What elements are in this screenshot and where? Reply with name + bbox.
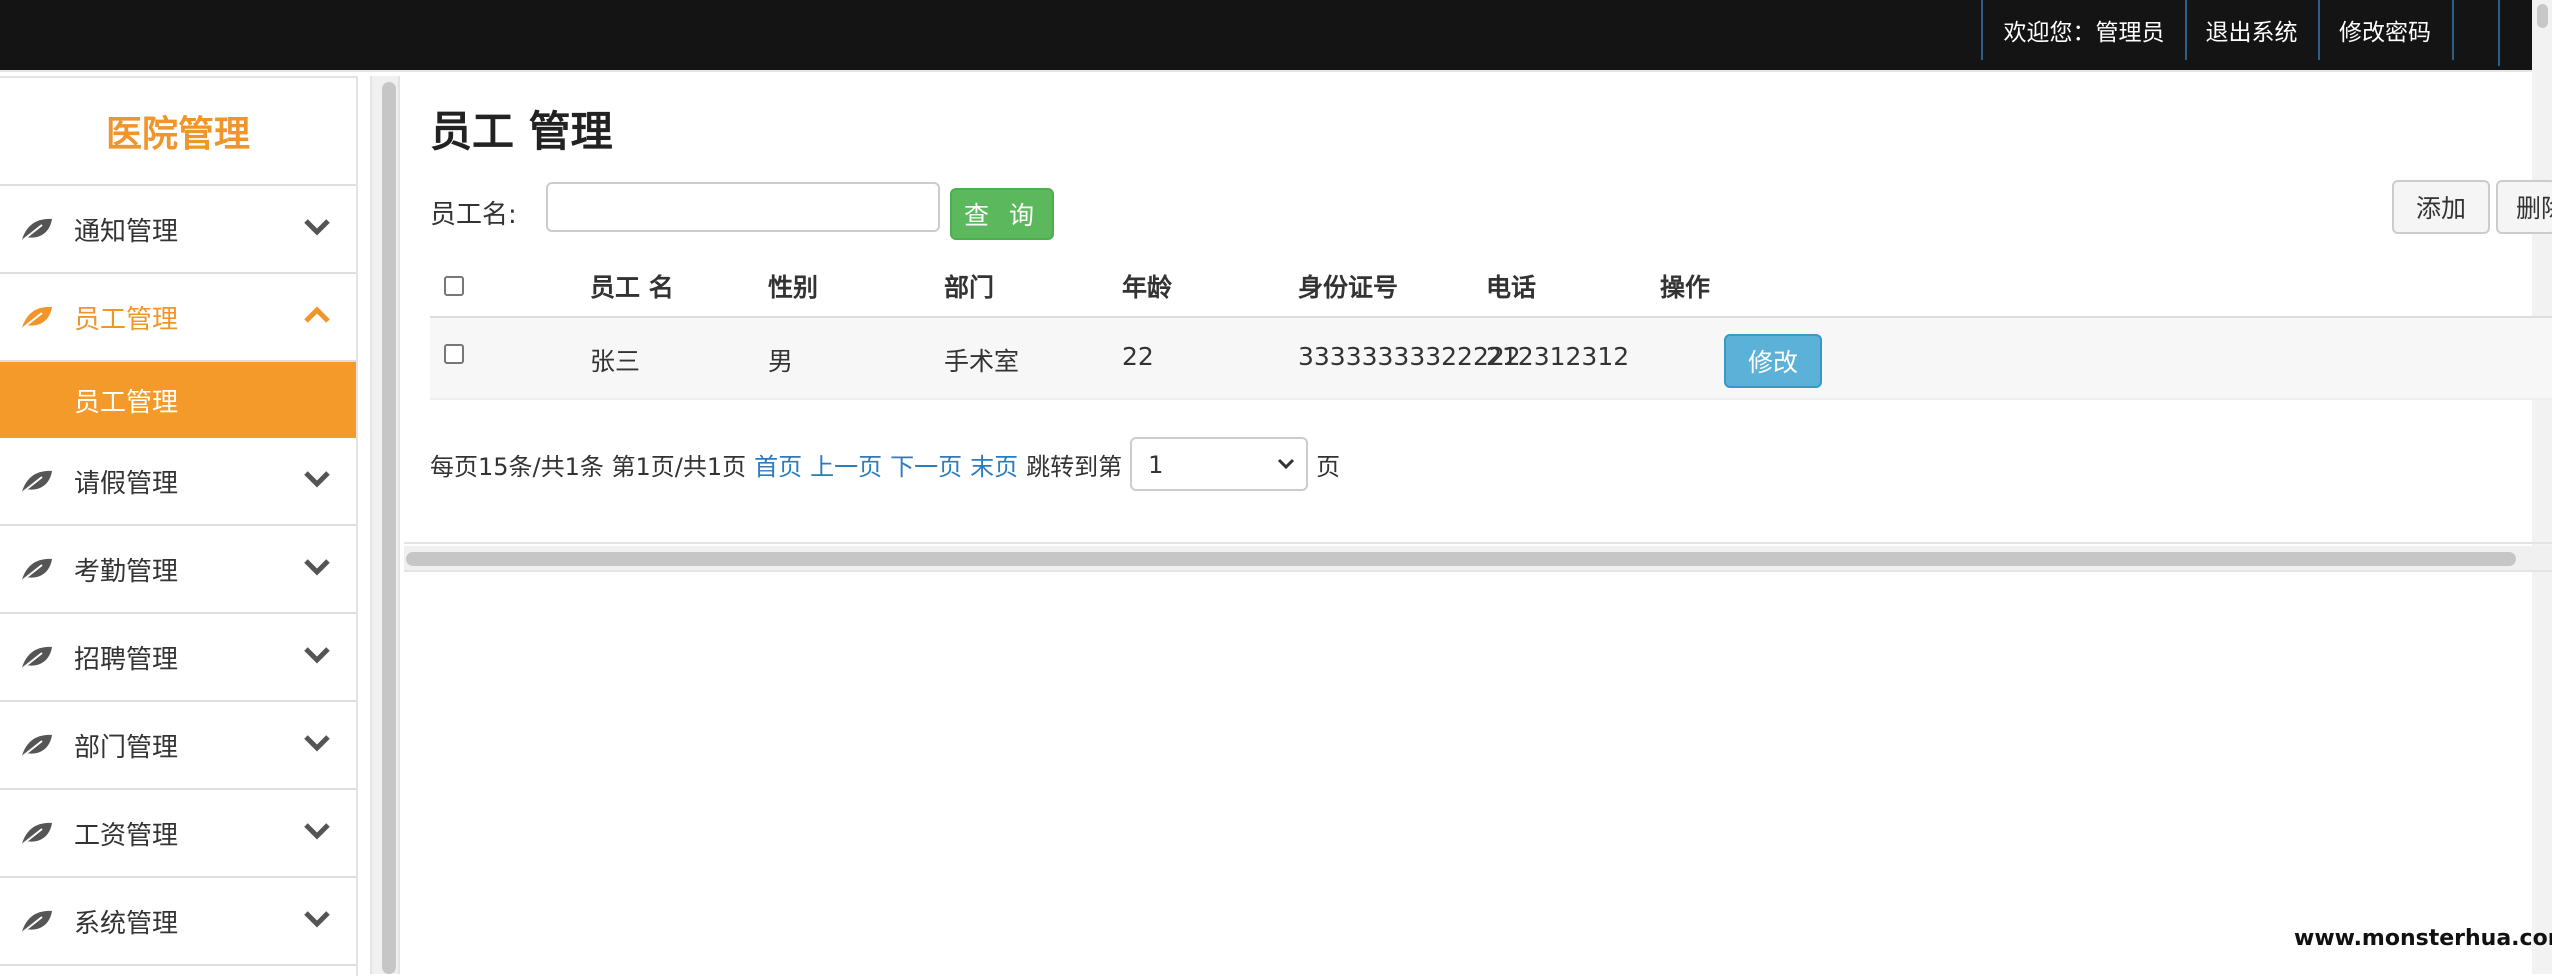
leaf-icon	[22, 910, 52, 933]
submenu-item-label: 员工管理	[74, 387, 179, 418]
page-select[interactable]: 1	[1130, 437, 1309, 491]
page-scrollbar-thumb[interactable]	[2537, 4, 2548, 28]
content-divider	[404, 542, 2552, 544]
leaf-icon	[22, 470, 52, 493]
leaf-icon	[22, 822, 52, 845]
chevron-up-icon	[304, 306, 330, 323]
cell-gender: 男	[768, 347, 794, 376]
leaf-icon	[22, 306, 52, 329]
submenu-item-employee-management[interactable]: 员工管理	[0, 362, 356, 438]
sidebar-item-attendance[interactable]: 考勤管理	[0, 526, 356, 614]
leaf-icon	[22, 558, 52, 581]
navbar-divider	[2498, 0, 2500, 66]
sidebar-item-notices[interactable]: 通知管理	[0, 186, 356, 274]
row-checkbox[interactable]	[444, 344, 464, 364]
sidebar-item-label: 招聘管理	[74, 644, 179, 675]
prev-page-link[interactable]: 上一页	[810, 447, 882, 482]
chevron-down-icon	[304, 471, 330, 488]
sidebar-item-label: 系统管理	[74, 908, 179, 939]
sidebar-item-departments[interactable]: 部门管理	[0, 702, 356, 790]
column-header-gender: 性别	[768, 273, 819, 302]
chevron-down-icon	[304, 735, 330, 752]
frame-scrollbar-thumb[interactable]	[382, 82, 396, 974]
sidebar-item-recruitment[interactable]: 招聘管理	[0, 614, 356, 702]
first-page-link[interactable]: 首页	[754, 447, 802, 482]
page-select-value: 1	[1148, 451, 1164, 479]
sidebar: 医院管理 通知管理 员工管理 员工管理 请假管理 考勤管理 招聘管理 部门管理 …	[0, 76, 358, 976]
sidebar-item-payroll[interactable]: 工资管理	[0, 790, 356, 878]
employee-name-input[interactable]	[546, 182, 940, 232]
add-button[interactable]: 添加	[2392, 180, 2490, 234]
pagination-summary: 每页15条/共1条 第1页/共1页	[430, 452, 747, 481]
sidebar-item-leave[interactable]: 请假管理	[0, 438, 356, 526]
table-row: 张三 男 手术室 22 33333333322222 212312312 修改	[430, 318, 2552, 400]
sidebar-item-label: 部门管理	[74, 732, 179, 763]
column-header-name: 员工 名	[590, 273, 674, 302]
navbar-bottom-border	[0, 70, 2532, 72]
cell-name: 张三	[590, 347, 641, 376]
column-header-actions: 操作	[1660, 273, 1711, 302]
chevron-down-icon	[304, 219, 330, 236]
sidebar-item-label: 员工管理	[74, 304, 179, 335]
column-header-age: 年龄	[1122, 273, 1173, 302]
leaf-icon	[22, 646, 52, 669]
edit-button[interactable]: 修改	[1724, 334, 1822, 388]
column-header-department: 部门	[944, 273, 995, 302]
logout-link[interactable]: 退出系统	[2185, 0, 2320, 60]
sidebar-item-label: 工资管理	[74, 820, 179, 851]
leaf-icon	[22, 734, 52, 757]
cell-age: 22	[1122, 342, 1154, 371]
main-content: 员工 管理 员工名: 查 询 添加 删除 员工 名 性别 部门 年龄 身份证号 …	[404, 76, 2552, 974]
employee-name-label: 员工名:	[430, 200, 517, 230]
sidebar-item-label: 请假管理	[74, 468, 179, 499]
cell-phone: 212312312	[1486, 342, 1630, 371]
select-all-checkbox[interactable]	[444, 276, 464, 296]
pagination: 每页15条/共1条 第1页/共1页 首页 上一页 下一页 末页 跳转到第 1 页	[430, 436, 1340, 492]
table-header: 员工 名 性别 部门 年龄 身份证号 电话 操作	[430, 250, 2552, 318]
jump-label: 跳转到第	[1026, 452, 1123, 481]
page-suffix: 页	[1316, 452, 1341, 481]
welcome-text: 欢迎您：管理员	[1981, 0, 2187, 60]
cell-department: 手术室	[944, 347, 1020, 376]
leaf-icon	[22, 218, 52, 241]
chevron-down-icon	[304, 911, 330, 928]
sidebar-item-employees[interactable]: 员工管理	[0, 274, 356, 362]
watermark-text: www.monsterhua.com	[2294, 926, 2552, 951]
sidebar-item-system[interactable]: 系统管理	[0, 878, 356, 966]
horizontal-scrollbar-thumb[interactable]	[406, 552, 2516, 566]
chevron-down-icon	[304, 559, 330, 576]
chevron-down-icon	[1278, 458, 1295, 470]
next-page-link[interactable]: 下一页	[890, 447, 962, 482]
column-header-phone: 电话	[1486, 273, 1537, 302]
chevron-down-icon	[304, 823, 330, 840]
sidebar-item-label: 考勤管理	[74, 556, 179, 587]
column-header-id-number: 身份证号	[1298, 273, 1399, 302]
last-page-link[interactable]: 末页	[970, 447, 1018, 482]
sidebar-item-label: 通知管理	[74, 216, 179, 247]
top-navbar: 欢迎您：管理员 退出系统 修改密码	[0, 0, 2532, 70]
delete-button[interactable]: 删除	[2496, 180, 2552, 234]
change-password-link[interactable]: 修改密码	[2318, 0, 2454, 60]
brand-title: 医院管理	[0, 78, 356, 186]
search-button[interactable]: 查 询	[950, 188, 1054, 240]
chevron-down-icon	[304, 647, 330, 664]
page-title: 员工 管理	[430, 107, 613, 156]
